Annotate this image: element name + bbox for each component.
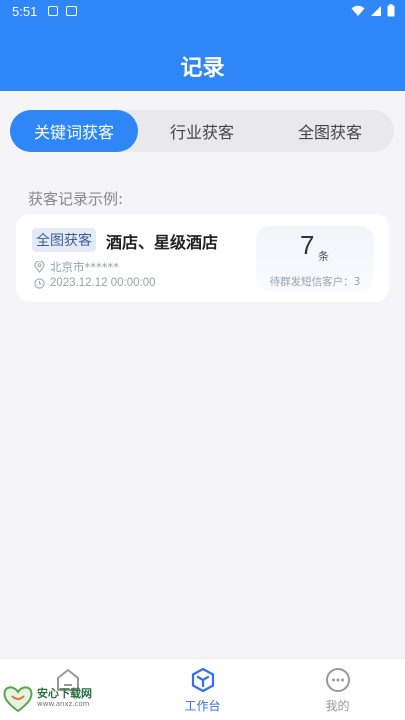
record-stat-box: 7 条 待群发短信客户：3	[256, 226, 374, 292]
record-location: 北京市******	[50, 260, 119, 274]
notification-card-icon	[66, 6, 77, 16]
tab-keyword[interactable]: 关键词获客	[10, 110, 138, 152]
nav-label-workbench: 工作台	[184, 699, 221, 713]
status-bar: 5:51	[0, 0, 405, 24]
page-title: 记录	[180, 56, 225, 81]
record-count-unit: 条	[318, 250, 329, 263]
clock-icon	[34, 277, 45, 289]
profile-dots-icon	[325, 668, 350, 692]
record-datetime: 2023.12.12 00:00:00	[50, 277, 156, 289]
watermark-logo	[3, 686, 33, 713]
nav-item-profile[interactable]: 我的	[270, 659, 405, 720]
record-note: 待群发短信客户：3	[269, 276, 361, 288]
nav-item-workbench[interactable]: 工作台	[135, 659, 270, 720]
record-card[interactable]: 全图获客 酒店、星级酒店 北京市****** 2023.12.12 00:00:…	[16, 214, 389, 302]
signal-icon	[371, 5, 381, 16]
record-type-badge: 全图获客	[32, 228, 96, 252]
record-location-row: 北京市******	[34, 259, 119, 275]
watermark-brand: 安心下载网	[37, 687, 92, 700]
nav-label-profile: 我的	[325, 699, 350, 713]
record-title: 酒店、星级酒店	[106, 233, 219, 252]
system-icons	[351, 4, 395, 17]
app-header: 5:51 记录	[0, 0, 405, 91]
watermark: 安心下载网 www.anxz.com	[2, 682, 92, 714]
tab-industry[interactable]: 行业获客	[138, 110, 266, 152]
tab-map[interactable]: 全图获客	[266, 110, 394, 152]
record-count: 7	[300, 230, 315, 260]
wifi-icon	[351, 5, 365, 16]
location-pin-icon	[34, 261, 45, 273]
workbench-cube-icon	[191, 667, 214, 693]
status-time: 5:51	[12, 4, 38, 19]
watermark-url: www.anxz.com	[37, 700, 90, 708]
tab-bar: 关键词获客 行业获客 全图获客	[10, 110, 394, 152]
section-label: 获客记录示例:	[28, 190, 124, 208]
notification-a-icon	[48, 6, 58, 16]
record-time-row: 2023.12.12 00:00:00	[34, 277, 156, 289]
battery-icon	[387, 4, 395, 17]
